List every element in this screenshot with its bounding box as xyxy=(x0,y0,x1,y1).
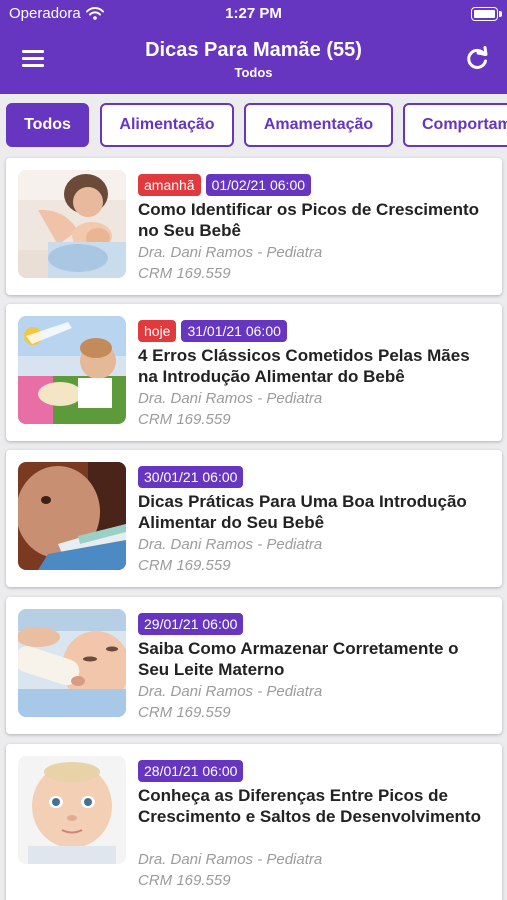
article-author: Dra. Dani Ramos - Pediatra xyxy=(138,390,323,407)
app-header: Operadora 1:27 PM Dicas Para Mamãe (55) … xyxy=(0,0,507,94)
article-author: Dra. Dani Ramos - Pediatra xyxy=(138,683,323,700)
article-title: Dicas Práticas Para Uma Boa Introdução A… xyxy=(138,492,467,532)
article-title: Como Identificar os Picos de Crescimento… xyxy=(138,200,480,240)
article-badges: 28/01/21 06:00 xyxy=(138,760,244,782)
article-thumbnail xyxy=(18,609,126,717)
status-bar: Operadora 1:27 PM xyxy=(0,0,507,28)
article-title: 4 Erros Clássicos Cometidos Pelas Mães n… xyxy=(138,346,470,386)
article-card[interactable]: amanhã 01/02/21 06:00 Como Identificar o… xyxy=(6,158,502,295)
date-badge: 01/02/21 06:00 xyxy=(205,174,312,196)
tab-amamentacao[interactable]: Amamentação xyxy=(244,103,393,147)
tab-todos[interactable]: Todos xyxy=(6,103,89,147)
article-crm: CRM 169.559 xyxy=(138,557,231,574)
article-badges: amanhã 01/02/21 06:00 xyxy=(138,174,312,196)
tab-comportamento[interactable]: Comportamento xyxy=(403,103,507,147)
refresh-icon xyxy=(467,46,488,69)
battery-icon xyxy=(471,7,502,21)
refresh-button[interactable] xyxy=(464,46,490,72)
article-badges: 29/01/21 06:00 xyxy=(138,613,244,635)
clock: 1:27 PM xyxy=(225,5,282,22)
tab-label: Todos xyxy=(24,116,71,133)
article-badges: hoje 31/01/21 06:00 xyxy=(138,320,287,342)
article-card[interactable]: 29/01/21 06:00 Saiba Como Armazenar Corr… xyxy=(6,597,502,734)
category-tabs: Todos Alimentação Amamentação Comportame… xyxy=(0,94,507,156)
article-author: Dra. Dani Ramos - Pediatra xyxy=(138,851,323,868)
tab-label: Comportamento xyxy=(422,116,507,133)
article-crm: CRM 169.559 xyxy=(138,704,231,721)
page-title: Dicas Para Mamãe (55) xyxy=(145,39,362,61)
date-badge: 31/01/21 06:00 xyxy=(181,320,287,342)
tab-label: Alimentação xyxy=(119,116,215,133)
article-thumbnail xyxy=(18,316,126,424)
article-crm: CRM 169.559 xyxy=(138,872,231,889)
page-subtitle: Todos xyxy=(234,65,273,80)
tab-alimentacao[interactable]: Alimentação xyxy=(100,103,234,147)
article-thumbnail xyxy=(18,170,126,278)
date-badge: 28/01/21 06:00 xyxy=(138,760,244,782)
tab-label: Amamentação xyxy=(263,116,374,133)
article-thumbnail xyxy=(18,462,126,570)
article-author: Dra. Dani Ramos - Pediatra xyxy=(138,536,323,553)
article-title: Conheça as Diferenças Entre Picos de Cre… xyxy=(138,786,481,826)
article-crm: CRM 169.559 xyxy=(138,411,231,428)
relative-day-badge: amanhã xyxy=(138,174,201,196)
article-title: Saiba Como Armazenar Corretamente o Seu … xyxy=(138,639,459,679)
date-badge: 29/01/21 06:00 xyxy=(138,613,244,635)
article-card[interactable]: 28/01/21 06:00 Conheça as Diferenças Ent… xyxy=(6,744,502,900)
article-card[interactable]: hoje 31/01/21 06:00 4 Erros Clássicos Co… xyxy=(6,304,502,441)
article-author: Dra. Dani Ramos - Pediatra xyxy=(138,244,323,261)
article-crm: CRM 169.559 xyxy=(138,265,231,282)
date-badge: 30/01/21 06:00 xyxy=(138,466,244,488)
article-badges: 30/01/21 06:00 xyxy=(138,466,244,488)
article-card[interactable]: 30/01/21 06:00 Dicas Práticas Para Uma B… xyxy=(6,450,502,587)
article-thumbnail xyxy=(18,756,126,864)
relative-day-badge: hoje xyxy=(138,320,177,342)
